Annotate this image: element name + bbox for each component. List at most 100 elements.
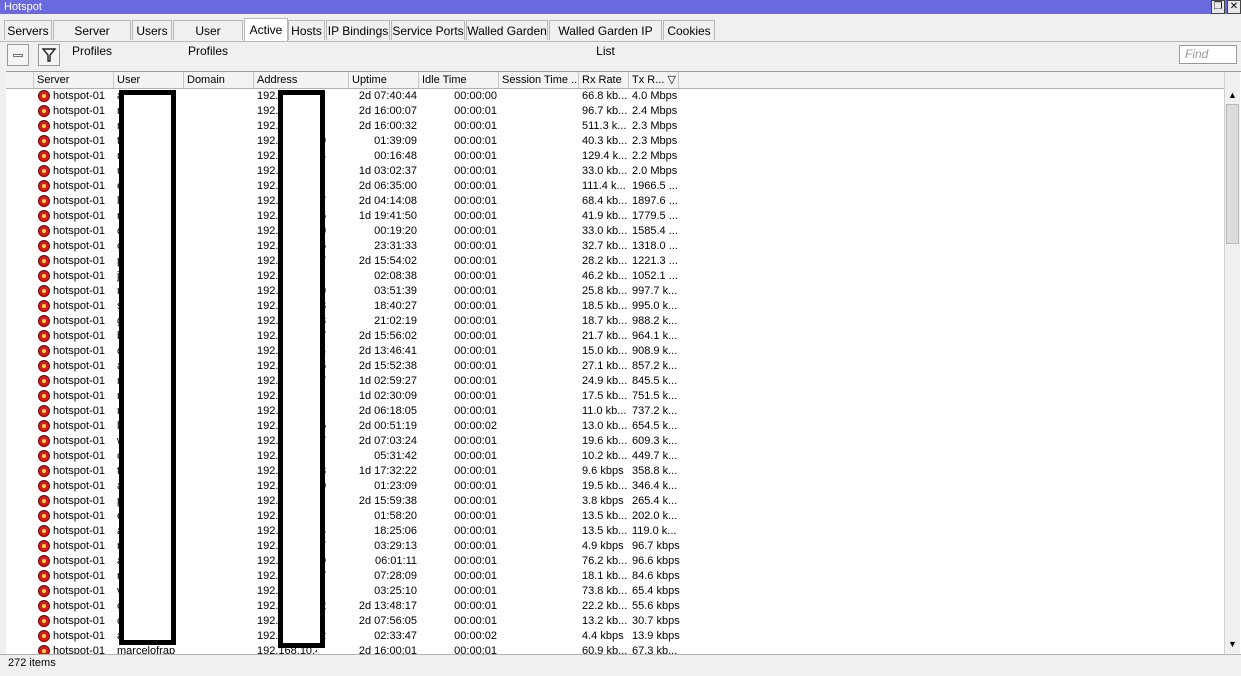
hotspot-host-icon [38,345,50,357]
cell-rx: 40.3 kb... [582,135,628,147]
table-row[interactable]: hotspot-01p192.2d 15:59:3800:00:013.8 kb… [6,494,1224,509]
header-session-time[interactable]: Session Time ... [499,72,579,88]
restore-window-button[interactable]: ❐ [1211,0,1225,14]
tab-user-profiles[interactable]: User Profiles [173,20,243,58]
cell-idle: 00:00:01 [454,465,497,477]
tab-ip-bindings[interactable]: IP Bindings [326,20,390,40]
table-row[interactable]: hotspot-01t192.31d 17:32:2200:00:019.6 k… [6,464,1224,479]
cell-tx: 845.5 k... [632,375,678,387]
hotspot-host-icon [38,135,50,147]
table-row[interactable]: hotspot-01c192.000:19:2000:00:0133.0 kb.… [6,224,1224,239]
table-row[interactable]: hotspot-01a192.202:33:4700:00:024.4 kbps… [6,629,1224,644]
header-user[interactable]: User [114,72,184,88]
table-row[interactable]: hotspot-01n192.51d 19:41:5000:00:0141.9 … [6,209,1224,224]
cell-server: hotspot-01 [53,375,105,387]
scroll-thumb[interactable] [1226,104,1239,244]
hotspot-host-icon [38,300,50,312]
hotspot-host-icon [38,390,50,402]
table-row[interactable]: hotspot-01v192.03:25:1000:00:0173.8 kb..… [6,584,1224,599]
table-row[interactable]: hotspot-01c192.42d 13:46:4100:00:0115.0 … [6,344,1224,359]
cell-idle: 00:00:01 [454,375,497,387]
cell-rx: 4.9 kbps [582,540,624,552]
table-row[interactable]: hotspot-01e192.2d 06:35:0000:00:01111.4 … [6,179,1224,194]
table-row[interactable]: hotspot-01s192.318:40:2700:00:0118.5 kb.… [6,299,1224,314]
cell-uptime: 03:29:13 [374,540,417,552]
table-row[interactable]: hotspot-01b192.72d 15:56:0200:00:0121.7 … [6,329,1224,344]
header-tx-rate[interactable]: Tx R... ▽ [629,72,679,88]
hotspot-host-icon [38,480,50,492]
cell-rx: 28.2 kb... [582,255,628,267]
cell-uptime: 2d 13:46:41 [358,345,417,357]
table-row[interactable]: hotspot-01n192.707:28:0900:00:0118.1 kb.… [6,569,1224,584]
table-row[interactable]: hotspot-01a192.906:01:1100:00:0176.2 kb.… [6,554,1224,569]
cell-uptime: 2d 04:14:08 [358,195,417,207]
hotspot-host-icon [38,180,50,192]
table-row[interactable]: hotspot-01n192.2d 06:18:0500:00:0111.0 k… [6,404,1224,419]
table-row[interactable]: hotspot-01n192.2d 16:00:0700:00:0196.7 k… [6,104,1224,119]
header-rx-rate[interactable]: Rx Rate [579,72,629,88]
table-row[interactable]: hotspot-01u192.1d 03:02:3700:00:0133.0 k… [6,164,1224,179]
table-row[interactable]: hotspot-01n192.2d 16:00:3200:00:01511.3 … [6,119,1224,134]
table-row[interactable]: hotspot-01n192.71d 02:59:2700:00:0124.9 … [6,374,1224,389]
tab-hosts[interactable]: Hosts [288,20,325,40]
close-window-button[interactable]: ✕ [1227,0,1241,14]
cell-idle: 00:00:01 [454,270,497,282]
table-row[interactable]: hotspot-01p192.72d 15:54:0200:00:0128.2 … [6,254,1224,269]
vertical-scrollbar[interactable]: ▲ ▼ [1224,72,1240,654]
hotspot-host-icon [38,465,50,477]
header-uptime[interactable]: Uptime [349,72,419,88]
table-row[interactable]: hotspot-01r192.1d 02:30:0900:00:0117.5 k… [6,389,1224,404]
header-server[interactable]: Server [34,72,114,88]
table-row[interactable]: hotspot-01n192.903:51:3900:00:0125.8 kb.… [6,284,1224,299]
table-row[interactable]: hotspot-01g192.321:02:1900:00:0118.7 kb.… [6,314,1224,329]
table-row[interactable]: hotspot-01lu192.62d 00:51:1900:00:0213.0… [6,419,1224,434]
header-idle-time[interactable]: Idle Time [419,72,499,88]
table-row[interactable]: hotspot-01n192.400:16:4800:00:01129.4 k.… [6,149,1224,164]
cell-rx: 33.0 kb... [582,165,628,177]
tab-walled-garden-ip-list[interactable]: Walled Garden IP List [549,20,662,58]
cell-idle: 00:00:01 [454,180,497,192]
table-row[interactable]: hotspot-01c192.22d 13:48:1700:00:0122.2 … [6,599,1224,614]
table-row[interactable]: hotspot-01c192.05:31:4200:00:0110.2 kb..… [6,449,1224,464]
filter-button[interactable] [38,44,60,66]
table-row[interactable]: hotspot-01ti192.901:39:0900:00:0140.3 kb… [6,134,1224,149]
table-row[interactable]: hotspot-01la192.72d 04:14:0800:00:0168.4… [6,194,1224,209]
remove-button[interactable] [7,44,29,66]
hotspot-host-icon [38,270,50,282]
active-hosts-table: Server User Domain Address Uptime Idle T… [6,71,1241,655]
header-domain[interactable]: Domain [184,72,254,88]
cell-uptime: 2d 15:52:38 [358,360,417,372]
cell-tx: 997.7 k... [632,285,678,297]
header-flag[interactable] [6,72,34,88]
cell-rx: 511.3 k... [582,120,627,132]
cell-uptime: 1d 03:02:37 [358,165,417,177]
scroll-up-icon[interactable]: ▲ [1226,89,1239,102]
cell-uptime: 18:40:27 [374,300,417,312]
tab-cookies[interactable]: Cookies [663,20,715,40]
tab-walled-garden[interactable]: Walled Garden [466,20,548,40]
cell-idle: 00:00:01 [454,525,497,537]
table-row[interactable]: hotspot-01a192.2d 07:40:4400:00:0066.8 k… [6,89,1224,104]
cell-uptime: 2d 15:54:02 [358,255,417,267]
tab-servers[interactable]: Servers [4,20,52,40]
table-row[interactable]: hotspot-01a192.001:23:0900:00:0119.5 kb.… [6,479,1224,494]
table-row[interactable]: hotspot-01a192.418:25:0600:00:0113.5 kb.… [6,524,1224,539]
find-input[interactable]: Find [1179,45,1237,64]
table-row[interactable]: hotspot-01e192.01:58:2000:00:0113.5 kb..… [6,509,1224,524]
cell-tx: 1779.5 ... [632,210,678,222]
scroll-down-icon[interactable]: ▼ [1226,638,1239,651]
table-row[interactable]: hotspot-01c192.623:31:3300:00:0132.7 kb.… [6,239,1224,254]
tab-active[interactable]: Active [244,18,288,41]
tab-service-ports[interactable]: Service Ports [391,20,465,40]
table-row[interactable]: hotspot-01a192.52d 15:52:3800:00:0127.1 … [6,359,1224,374]
table-row[interactable]: hotspot-01w192.72d 07:03:2400:00:0119.6 … [6,434,1224,449]
table-row[interactable]: hotspot-01ju192.02:08:3800:00:0146.2 kb.… [6,269,1224,284]
tab-users[interactable]: Users [132,20,172,40]
header-address[interactable]: Address [254,72,349,88]
table-row[interactable]: hotspot-01c192.2d 07:56:0500:00:0113.2 k… [6,614,1224,629]
tab-server-profiles[interactable]: Server Profiles [53,20,131,58]
hotspot-host-icon [38,90,50,102]
cell-tx: 857.2 k... [632,360,678,372]
cell-server: hotspot-01 [53,255,105,267]
table-row[interactable]: hotspot-01n192.703:29:1300:00:014.9 kbps… [6,539,1224,554]
